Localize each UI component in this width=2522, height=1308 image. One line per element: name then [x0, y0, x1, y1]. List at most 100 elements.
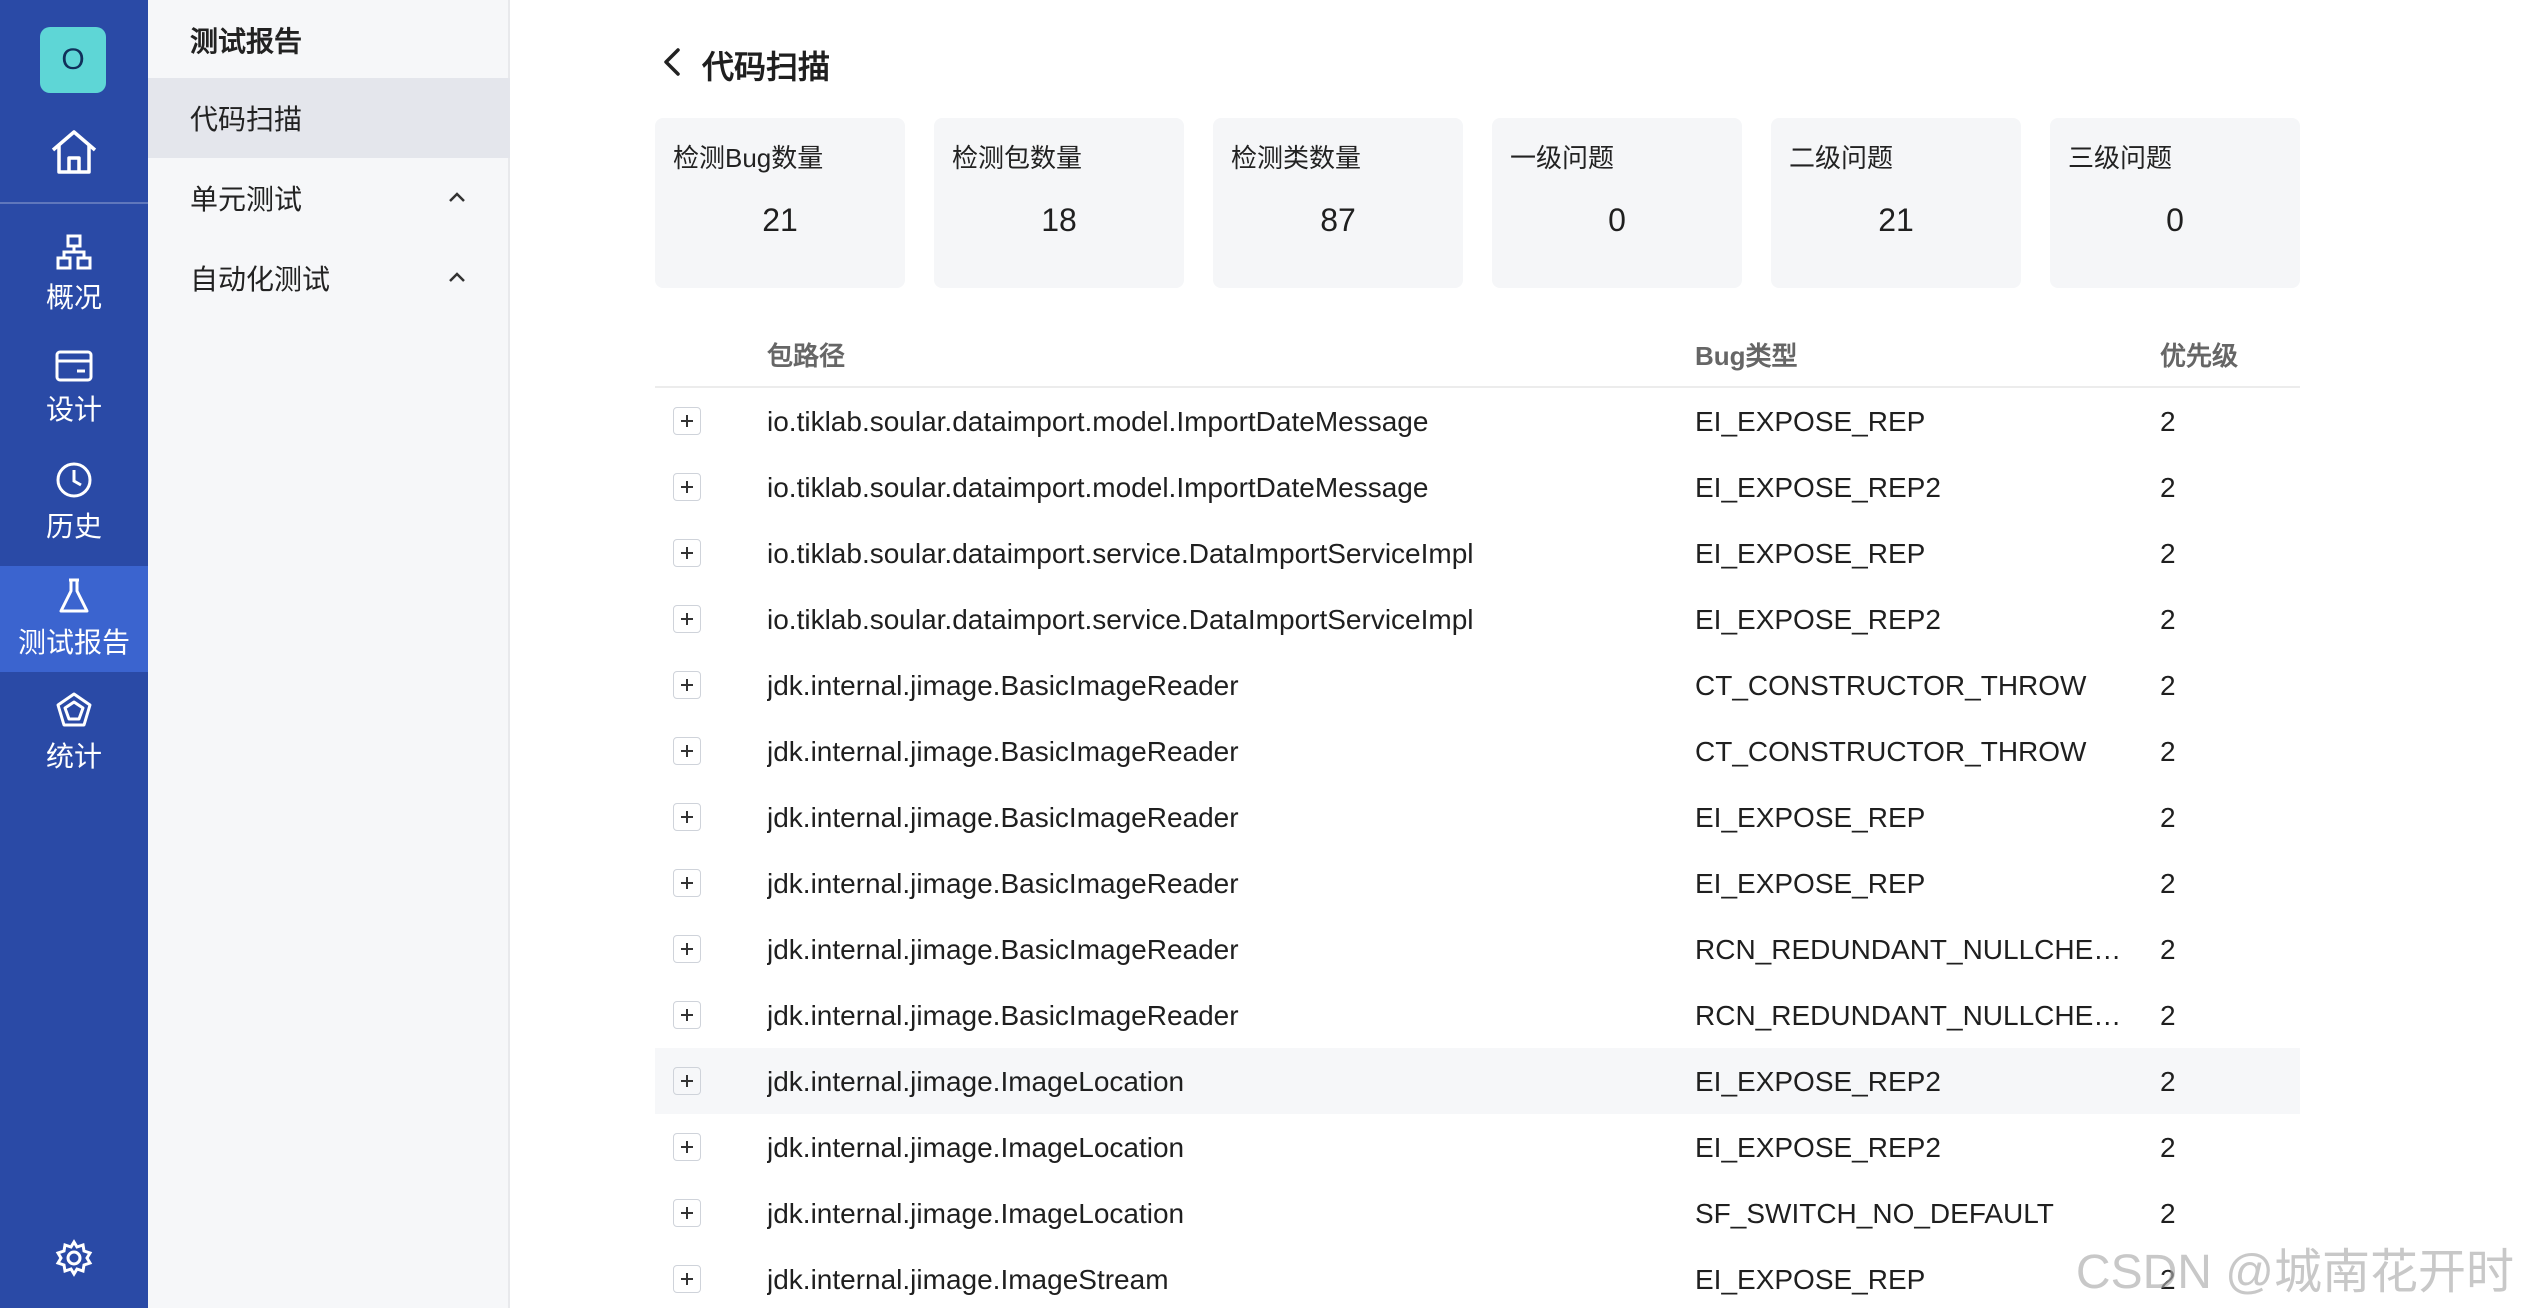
- cell-priority: 2: [2160, 406, 2176, 437]
- chevron-up-icon: [449, 192, 465, 202]
- sitemap-icon: [56, 234, 92, 270]
- rail-item-label: 历史: [45, 511, 102, 542]
- stat-label: 检测类数量: [1231, 143, 1362, 173]
- expand-plus-icon[interactable]: [673, 473, 701, 501]
- sidebar-item-code-scan[interactable]: 代码扫描: [148, 78, 510, 158]
- expand-plus-icon[interactable]: [673, 605, 701, 633]
- stat-value: 21: [762, 202, 798, 238]
- cell-priority: 2: [2160, 604, 2176, 635]
- expand-plus-icon[interactable]: [673, 1199, 701, 1227]
- chart-icon: [56, 692, 92, 727]
- cell-priority: 2: [2160, 538, 2176, 569]
- expand-plus-icon[interactable]: [673, 1133, 701, 1161]
- cell-priority: 2: [2160, 670, 2176, 701]
- stat-label: 检测Bug数量: [673, 143, 824, 173]
- back-arrow-icon[interactable]: [656, 42, 690, 82]
- rail-item-test-report[interactable]: 测试报告: [0, 566, 148, 672]
- rail-item-label: 设计: [45, 394, 102, 425]
- expand-plus-icon[interactable]: [673, 671, 701, 699]
- table-row[interactable]: jdk.internal.jimage.ImageLocation EI_EXPO…: [655, 1114, 2300, 1180]
- cell-package-path: io.tiklab.soular.dataimport.model.Import…: [767, 406, 1429, 437]
- stat-value: 18: [1041, 202, 1077, 238]
- cell-priority: 2: [2160, 1198, 2176, 1229]
- expand-plus-icon[interactable]: [673, 803, 701, 831]
- rail-item-label: 测试报告: [17, 627, 130, 658]
- table-row[interactable]: jdk.internal.jimage.ImageLocation SF_SWIT…: [655, 1180, 2300, 1246]
- app-root: O 概况 设计 历史 测试报告 统计 测试报告 代码扫描 单元测试 自动化测试 …: [0, 0, 2522, 1308]
- sidebar-item-label: 代码扫描: [190, 104, 303, 135]
- cell-bug-type: EI_EXPOSE_REP: [1695, 868, 1926, 899]
- column-header-bug-type[interactable]: Bug类型: [1695, 336, 1798, 373]
- expand-plus-icon[interactable]: [673, 407, 701, 435]
- sidebar-heading: 测试报告: [190, 26, 303, 57]
- cell-bug-type: CT_CONSTRUCTOR_THROW: [1695, 670, 2087, 701]
- stat-label: 检测包数量: [952, 143, 1083, 173]
- cell-package-path: jdk.internal.jimage.ImageLocation: [767, 1198, 1185, 1229]
- cell-package-path: jdk.internal.jimage.ImageLocation: [767, 1066, 1185, 1097]
- home-icon[interactable]: [44, 122, 104, 182]
- stat-value: 0: [2166, 202, 2184, 238]
- table-row[interactable]: jdk.internal.jimage.BasicImageReader EI_E…: [655, 784, 2300, 850]
- stat-value: 87: [1320, 202, 1356, 238]
- expand-plus-icon[interactable]: [673, 935, 701, 963]
- cell-package-path: io.tiklab.soular.dataimport.service.Data…: [767, 604, 1474, 635]
- expand-plus-icon[interactable]: [673, 1265, 701, 1293]
- cell-bug-type: EI_EXPOSE_REP: [1695, 802, 1926, 833]
- flask-icon: [59, 578, 89, 613]
- watermark: CSDN @城南花开时: [2075, 1246, 2514, 1299]
- sidebar-item-label: 单元测试: [190, 184, 303, 215]
- rail-item-history[interactable]: 历史: [0, 450, 148, 556]
- page-title: 代码扫描: [702, 49, 831, 85]
- stat-card-class-count: 检测类数量 87: [1213, 118, 1463, 288]
- stat-card-bug-count: 检测Bug数量 21: [655, 118, 905, 288]
- sidebar-item-label: 自动化测试: [190, 264, 331, 295]
- rail-item-overview[interactable]: 概况: [0, 222, 148, 328]
- table-row[interactable]: jdk.internal.jimage.BasicImageReader EI_E…: [655, 850, 2300, 916]
- expand-plus-icon[interactable]: [673, 1067, 701, 1095]
- table-row[interactable]: io.tiklab.soular.dataimport.model.Import…: [655, 388, 2300, 454]
- rail-divider: [0, 202, 148, 204]
- stat-label: 二级问题: [1789, 143, 1894, 173]
- column-header-priority[interactable]: 优先级: [2160, 336, 2238, 373]
- column-header-path[interactable]: 包路径: [767, 336, 845, 373]
- cell-priority: 2: [2160, 1132, 2176, 1163]
- expand-plus-icon[interactable]: [673, 539, 701, 567]
- cell-package-path: jdk.internal.jimage.BasicImageReader: [767, 802, 1239, 833]
- expand-plus-icon[interactable]: [673, 1001, 701, 1029]
- chevron-up-icon: [449, 272, 465, 282]
- table-row[interactable]: io.tiklab.soular.dataimport.service.Data…: [655, 586, 2300, 652]
- cell-priority: 2: [2160, 802, 2176, 833]
- cell-priority: 2: [2160, 736, 2176, 767]
- cell-bug-type: RCN_REDUNDANT_NULLCHEC...: [1695, 934, 2125, 965]
- cell-bug-type: EI_EXPOSE_REP: [1695, 538, 1926, 569]
- stat-value: 0: [1608, 202, 1626, 238]
- cell-priority: 2: [2160, 868, 2176, 899]
- settings-icon[interactable]: [48, 1232, 100, 1284]
- cell-bug-type: CT_CONSTRUCTOR_THROW: [1695, 736, 2087, 767]
- expand-plus-icon[interactable]: [673, 737, 701, 765]
- cell-bug-type: EI_EXPOSE_REP2: [1695, 472, 1941, 503]
- table-row[interactable]: io.tiklab.soular.dataimport.model.Import…: [655, 454, 2300, 520]
- cell-package-path: jdk.internal.jimage.BasicImageReader: [767, 670, 1239, 701]
- cell-package-path: jdk.internal.jimage.BasicImageReader: [767, 934, 1239, 965]
- workspace-avatar[interactable]: O: [40, 27, 106, 93]
- sidebar-item-automation-test[interactable]: 自动化测试: [148, 238, 510, 318]
- table-row[interactable]: jdk.internal.jimage.ImageLocation EI_EXPO…: [655, 1048, 2300, 1114]
- table-row[interactable]: jdk.internal.jimage.BasicImageReader RCN_…: [655, 916, 2300, 982]
- rail-item-statistics[interactable]: 统计: [0, 680, 148, 786]
- stat-card-package-count: 检测包数量 18: [934, 118, 1184, 288]
- sidebar-item-unit-test[interactable]: 单元测试: [148, 158, 510, 238]
- table-row[interactable]: jdk.internal.jimage.BasicImageReader CT_C…: [655, 718, 2300, 784]
- table-row[interactable]: jdk.internal.jimage.BasicImageReader CT_C…: [655, 652, 2300, 718]
- rail-item-design[interactable]: 设计: [0, 336, 148, 442]
- table-row[interactable]: jdk.internal.jimage.ImageStream EI_EXPOSE…: [655, 1246, 2300, 1308]
- stat-card-level3: 三级问题 0: [2050, 118, 2300, 288]
- table-row[interactable]: io.tiklab.soular.dataimport.service.Data…: [655, 520, 2300, 586]
- expand-plus-icon[interactable]: [673, 869, 701, 897]
- table-body: io.tiklab.soular.dataimport.model.Import…: [655, 388, 2300, 1308]
- stat-label: 三级问题: [2068, 143, 2173, 173]
- cell-package-path: io.tiklab.soular.dataimport.service.Data…: [767, 538, 1474, 569]
- table-row[interactable]: jdk.internal.jimage.BasicImageReader RCN_…: [655, 982, 2300, 1048]
- main-content: 代码扫描 检测Bug数量 21 检测包数量 18 检测类数量 87 一级问题 0…: [510, 0, 2522, 1308]
- cell-priority: 2: [2160, 1066, 2176, 1097]
